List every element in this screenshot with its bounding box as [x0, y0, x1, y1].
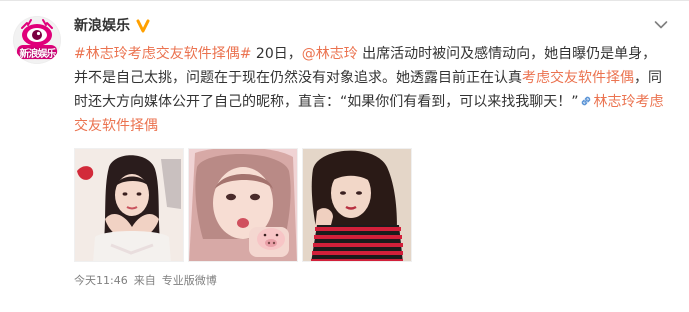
hashtag-link-tail[interactable]: 交友软件择偶 — [74, 118, 158, 134]
from-label: 来自 — [133, 274, 156, 287]
post-text: #林志玲考虑交友软件择偶# 20日，@林志玲 出席活动时被问及感情动向，她自曝仍… — [74, 42, 674, 138]
post-source[interactable]: 专业版微博 — [162, 274, 217, 287]
photo-1[interactable] — [74, 148, 184, 262]
account-name[interactable]: 新浪娱乐 — [74, 16, 130, 36]
topic-link[interactable]: 考虑交友软件择偶 — [522, 70, 634, 86]
hashtag-link-continued[interactable]: 林志玲考虑 — [594, 94, 664, 110]
photo-2[interactable] — [188, 148, 298, 262]
post-line: #林志玲考虑交友软件择偶# 20日，@林志玲 出席活动时被问及感情动向，她自曝仍… — [74, 42, 674, 66]
photo-3[interactable] — [302, 148, 412, 262]
post-time[interactable]: 今天11:46 — [74, 274, 128, 287]
post-text-segment: 出席活动时被问及感情动向，她自曝仍是单身， — [357, 46, 657, 62]
post-line: 交友软件择偶 — [74, 114, 674, 138]
post-line: 时还大方向媒体公开了自己的昵称，直言：“如果你们有看到，可以来找我聊天！” 林志… — [74, 90, 674, 114]
post-text-segment: 20日， — [251, 46, 302, 62]
post-text-segment: 时还大方向媒体公开了自己的昵称，直言：“如果你们有看到，可以来找我聊天！” — [74, 94, 579, 110]
post-text-segment: ，同 — [634, 70, 662, 86]
post-line: 并不是自己太挑，问题在于现在仍然没有对象追求。她透露目前正在认真考虑交友软件择偶… — [74, 66, 674, 90]
verified-badge-icon — [135, 18, 151, 34]
hashtag-link[interactable]: #林志玲考虑交友软件择偶# — [74, 46, 251, 62]
link-icon — [581, 96, 590, 106]
weibo-post-card: 新浪娱乐 新浪娱乐 #林志玲考虑交友软件择偶# 20日，@林志玲 出席活动时被问… — [0, 0, 689, 312]
post-text-segment: 并不是自己太挑，问题在于现在仍然没有对象追求。她透露目前正在认真 — [74, 70, 522, 86]
avatar[interactable]: 新浪娱乐 — [13, 16, 61, 64]
photo-3-illustration — [303, 149, 411, 261]
chevron-down-icon[interactable] — [654, 20, 668, 30]
mention-link[interactable]: @林志玲 — [302, 46, 358, 62]
post-meta: 今天11:46 来自 专业版微博 — [74, 273, 223, 289]
photo-2-illustration — [189, 149, 297, 261]
photo-1-illustration — [75, 149, 183, 261]
avatar-label: 新浪娱乐 — [19, 49, 57, 60]
divider — [0, 0, 689, 1]
